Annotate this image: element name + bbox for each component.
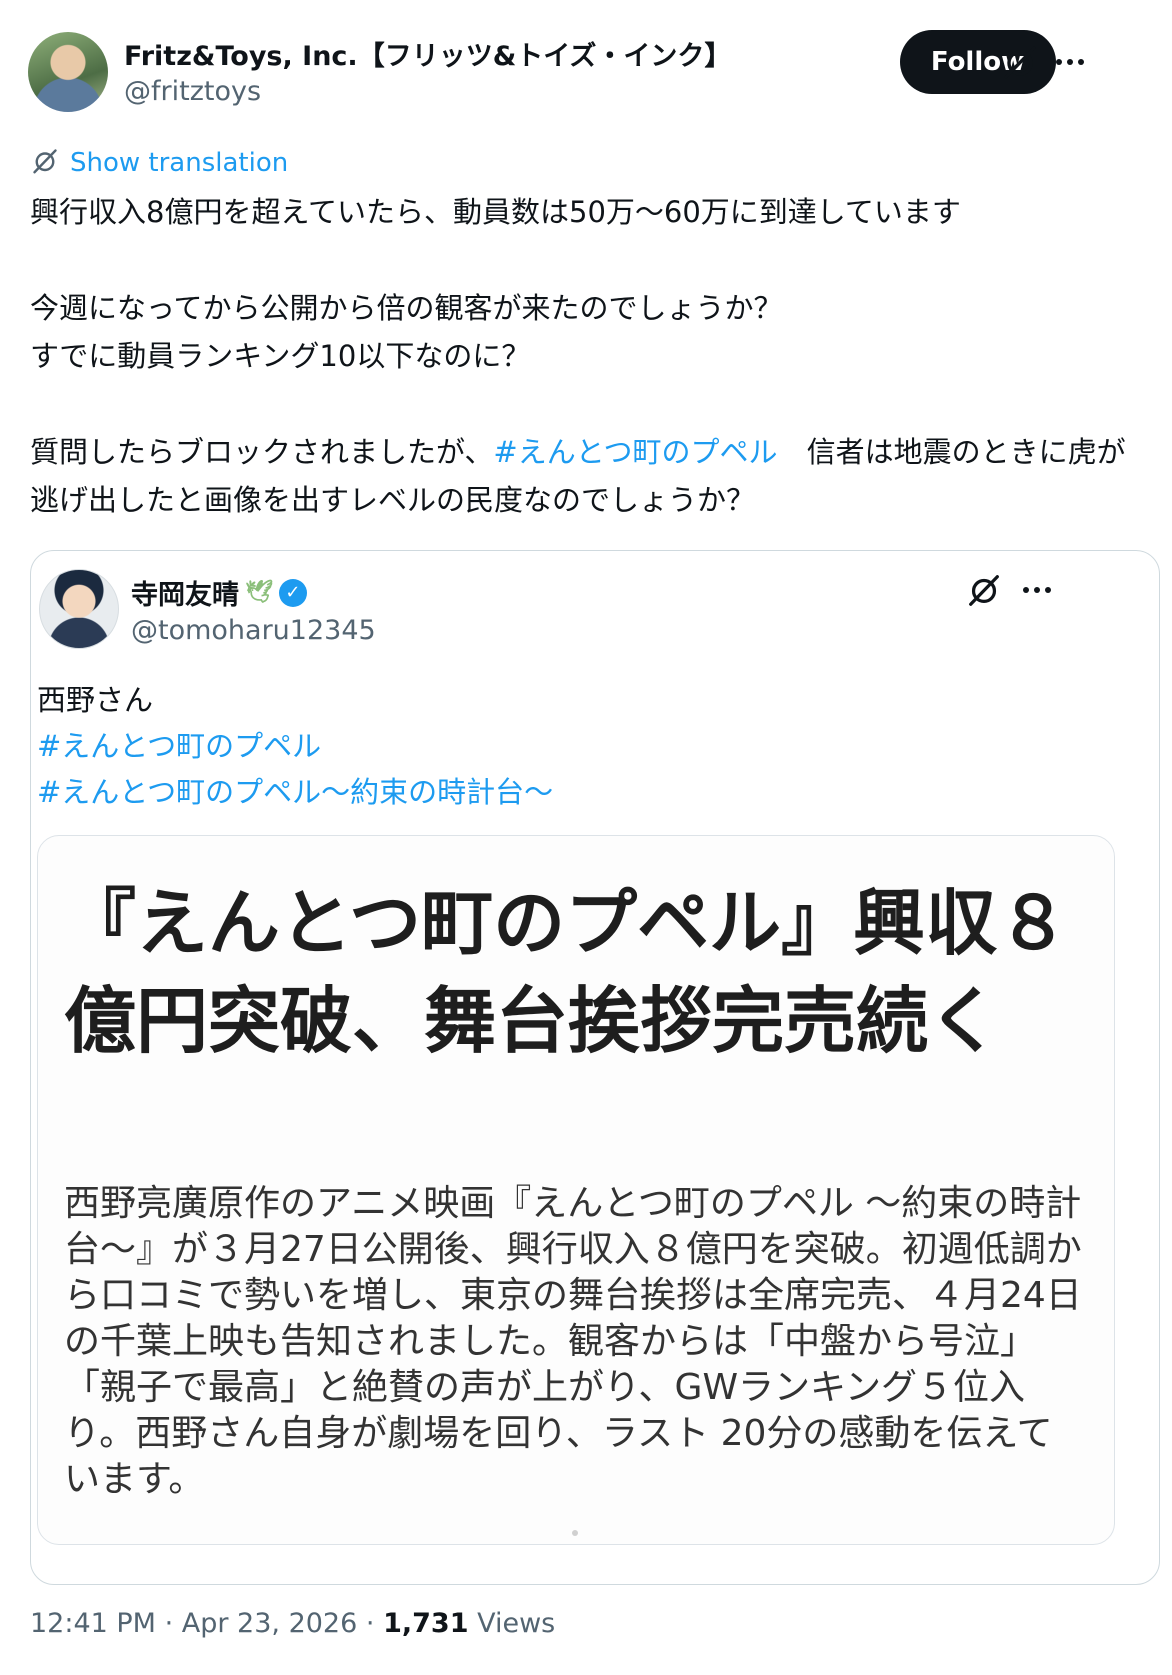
quoted-grok-icon[interactable] bbox=[965, 571, 1003, 609]
meta-separator: · bbox=[365, 1608, 375, 1639]
tweet-line: すでに動員ランキング10以下なのに？ bbox=[30, 339, 531, 373]
quoted-more-icon[interactable] bbox=[1023, 587, 1051, 593]
article-headline: 『えんとつ町のプペル』興収８億円突破、舞台挨拶完売続く bbox=[64, 881, 1070, 1063]
quoted-hashtag-link[interactable]: #えんとつ町のプペル〜約束の時計台〜 bbox=[37, 769, 553, 815]
tweet-meta: 12:41 PM · Apr 23, 2026 · 1,731 Views bbox=[30, 1608, 555, 1639]
quoted-tweet[interactable]: 寺岡友晴 🕊 ✓ @tomoharu12345 西野さん #えんとつ町のプペル … bbox=[30, 550, 1160, 1585]
avatar[interactable] bbox=[28, 32, 108, 112]
tweet-date[interactable]: Apr 23, 2026 bbox=[182, 1608, 358, 1639]
tweet-line: 興行収入8億円を超えていたら、動員数は50万〜60万に到達しています bbox=[30, 195, 961, 229]
quoted-text-line: 西野さん bbox=[37, 683, 154, 717]
image-indicator-dot bbox=[572, 1530, 578, 1536]
author-name[interactable]: Fritz&Toys, Inc.【フリッツ&トイズ・インク】 bbox=[124, 34, 731, 73]
tweet-text-segment: 質問したらブロックされましたが、 bbox=[30, 435, 494, 469]
hashtag-link[interactable]: #えんとつ町のプペル bbox=[493, 435, 777, 469]
article-body: 西野亮廣原作のアニメ映画『えんとつ町のプペル ～約束の時計台～』が３月27日公開… bbox=[64, 1183, 1082, 1500]
meta-separator: · bbox=[164, 1608, 174, 1639]
translate-icon bbox=[30, 146, 60, 180]
quoted-author-name-text: 寺岡友晴 bbox=[131, 580, 239, 611]
views-count: 1,731 bbox=[383, 1608, 469, 1639]
grok-icon[interactable] bbox=[1000, 42, 1040, 82]
show-translation-label[interactable]: Show translation bbox=[70, 148, 288, 178]
views-label: Views bbox=[477, 1608, 556, 1639]
quoted-hashtag-link[interactable]: #えんとつ町のプペル bbox=[37, 723, 553, 769]
verified-badge-icon: ✓ bbox=[278, 578, 307, 607]
tweet-text: 興行収入8億円を超えていたら、動員数は50万〜60万に到達しています 今週になっ… bbox=[30, 188, 1150, 524]
author-handle[interactable]: @fritztoys bbox=[124, 76, 261, 107]
tweet-line: 質問したらブロックされましたが、#えんとつ町のプペル 信者は地震のときに虎が逃げ… bbox=[30, 428, 1150, 524]
quoted-author-handle[interactable]: @tomoharu12345 bbox=[131, 615, 376, 646]
quoted-avatar[interactable] bbox=[39, 569, 119, 649]
more-icon[interactable] bbox=[1056, 59, 1084, 65]
tweet-time[interactable]: 12:41 PM bbox=[30, 1608, 156, 1639]
dove-emoji: 🕊 bbox=[245, 580, 273, 605]
article-image[interactable]: 『えんとつ町のプペル』興収８億円突破、舞台挨拶完売続く 西野亮廣原作のアニメ映画… bbox=[37, 835, 1115, 1545]
show-translation[interactable]: Show translation bbox=[30, 146, 288, 180]
quoted-tweet-text: 西野さん #えんとつ町のプペル #えんとつ町のプペル〜約束の時計台〜 bbox=[37, 677, 553, 815]
tweet-line: 今週になってから公開から倍の観客が来たのでしょうか？ bbox=[30, 291, 783, 325]
quoted-author-name[interactable]: 寺岡友晴 🕊 ✓ bbox=[131, 573, 307, 612]
